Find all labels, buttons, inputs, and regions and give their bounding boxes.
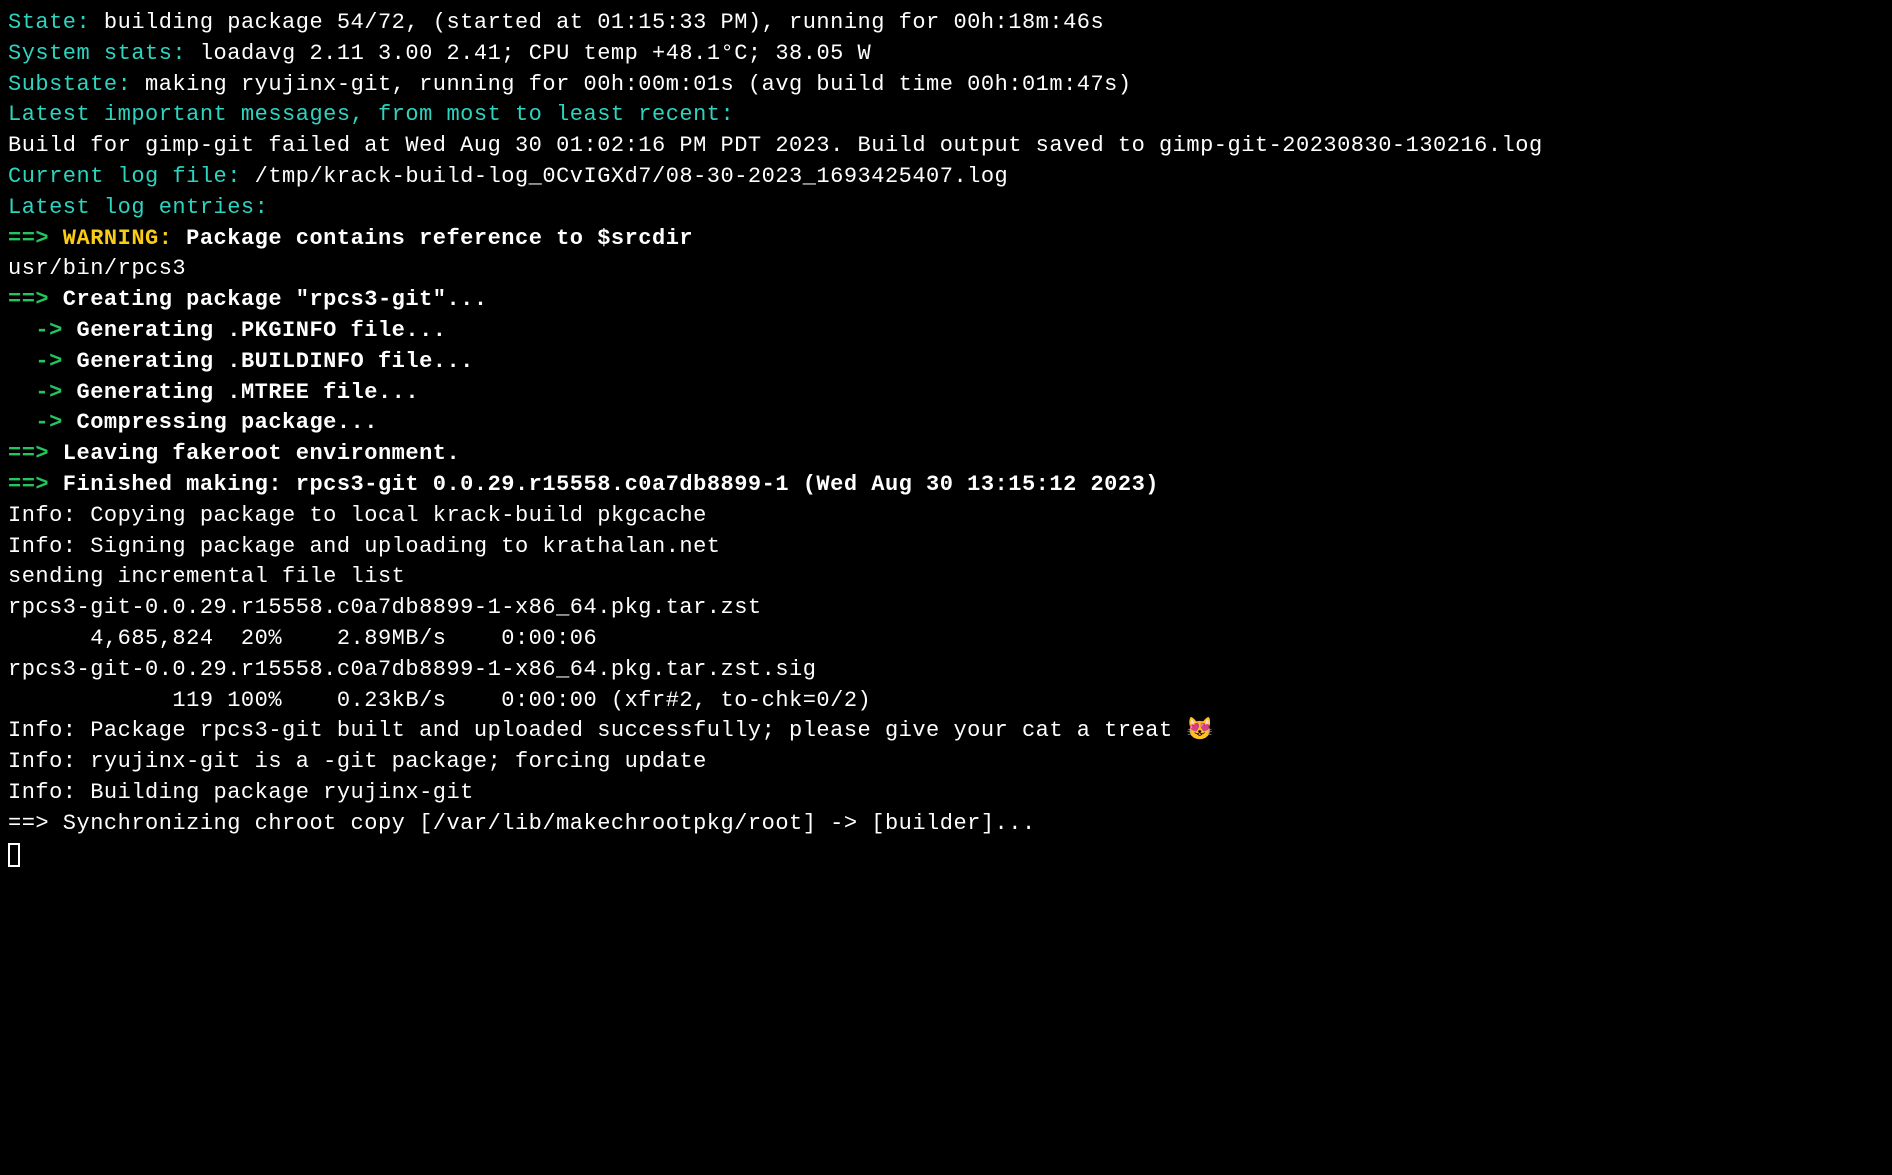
terminal-line: Build for gimp-git failed at Wed Aug 30 … xyxy=(8,131,1884,162)
terminal-cursor xyxy=(8,843,20,867)
terminal-text: State: xyxy=(8,10,90,35)
terminal-line: sending incremental file list xyxy=(8,562,1884,593)
terminal-text: Compressing package... xyxy=(63,410,378,435)
terminal-text: -> xyxy=(8,410,63,435)
terminal-line: ==> Finished making: rpcs3-git 0.0.29.r1… xyxy=(8,470,1884,501)
terminal-line: Info: ryujinx-git is a -git package; for… xyxy=(8,747,1884,778)
terminal-line: ==> WARNING: Package contains reference … xyxy=(8,224,1884,255)
terminal-output: State: building package 54/72, (started … xyxy=(8,8,1884,840)
terminal-text: -> xyxy=(8,380,63,405)
terminal-line: Substate: making ryujinx-git, running fo… xyxy=(8,70,1884,101)
terminal-line: Latest log entries: xyxy=(8,193,1884,224)
terminal-text: rpcs3-git-0.0.29.r15558.c0a7db8899-1-x86… xyxy=(8,657,816,682)
terminal-text: Build for gimp-git failed at Wed Aug 30 … xyxy=(8,133,1543,158)
terminal-line: Info: Signing package and uploading to k… xyxy=(8,532,1884,563)
terminal-line: Current log file: /tmp/krack-build-log_0… xyxy=(8,162,1884,193)
terminal-line: 4,685,824 20% 2.89MB/s 0:00:06 xyxy=(8,624,1884,655)
terminal-text: Latest log entries: xyxy=(8,195,268,220)
terminal-text: System stats: xyxy=(8,41,186,66)
terminal-line: 119 100% 0.23kB/s 0:00:00 (xfr#2, to-chk… xyxy=(8,686,1884,717)
terminal-line: rpcs3-git-0.0.29.r15558.c0a7db8899-1-x86… xyxy=(8,655,1884,686)
terminal-text: Package contains reference to $srcdir xyxy=(172,226,693,251)
terminal-text: /tmp/krack-build-log_0CvIGXd7/08-30-2023… xyxy=(241,164,1008,189)
terminal-text: ==> xyxy=(8,472,49,497)
terminal-text: -> xyxy=(8,318,63,343)
terminal-text: ==> Synchronizing chroot copy [/var/lib/… xyxy=(8,811,1036,836)
terminal-text: Finished making: rpcs3-git 0.0.29.r15558… xyxy=(49,472,1159,497)
terminal-text: Current log file: xyxy=(8,164,241,189)
terminal-line: Info: Package rpcs3-git built and upload… xyxy=(8,716,1884,747)
terminal-line: -> Generating .MTREE file... xyxy=(8,378,1884,409)
terminal-text: ==> xyxy=(8,287,49,312)
terminal-text: Info: Package rpcs3-git built and upload… xyxy=(8,718,1214,743)
terminal-line: ==> Creating package "rpcs3-git"... xyxy=(8,285,1884,316)
terminal-text: Generating .MTREE file... xyxy=(63,380,419,405)
terminal-text: Latest important messages, from most to … xyxy=(8,102,734,127)
terminal-text: rpcs3-git-0.0.29.r15558.c0a7db8899-1-x86… xyxy=(8,595,762,620)
terminal-line: -> Generating .BUILDINFO file... xyxy=(8,347,1884,378)
terminal-text: 119 100% 0.23kB/s 0:00:00 (xfr#2, to-chk… xyxy=(8,688,871,713)
terminal-line: Latest important messages, from most to … xyxy=(8,100,1884,131)
terminal-text: Info: Building package ryujinx-git xyxy=(8,780,474,805)
terminal-text: Info: ryujinx-git is a -git package; for… xyxy=(8,749,707,774)
terminal-line: usr/bin/rpcs3 xyxy=(8,254,1884,285)
terminal-text: Info: Signing package and uploading to k… xyxy=(8,534,721,559)
terminal-text: Leaving fakeroot environment. xyxy=(49,441,460,466)
terminal-text: -> xyxy=(8,349,63,374)
terminal-line: -> Compressing package... xyxy=(8,408,1884,439)
terminal-text: loadavg 2.11 3.00 2.41; CPU temp +48.1°C… xyxy=(186,41,871,66)
terminal-text: ==> xyxy=(8,226,49,251)
terminal-line: -> Generating .PKGINFO file... xyxy=(8,316,1884,347)
terminal-text: usr/bin/rpcs3 xyxy=(8,256,186,281)
terminal-line: rpcs3-git-0.0.29.r15558.c0a7db8899-1-x86… xyxy=(8,593,1884,624)
terminal-text: ==> xyxy=(8,441,49,466)
terminal-line: ==> Synchronizing chroot copy [/var/lib/… xyxy=(8,809,1884,840)
terminal-text: Info: Copying package to local krack-bui… xyxy=(8,503,707,528)
terminal-text: making ryujinx-git, running for 00h:00m:… xyxy=(131,72,1131,97)
terminal-text: Generating .PKGINFO file... xyxy=(63,318,447,343)
terminal-line: State: building package 54/72, (started … xyxy=(8,8,1884,39)
terminal-text: building package 54/72, (started at 01:1… xyxy=(90,10,1104,35)
terminal-text: Generating .BUILDINFO file... xyxy=(63,349,474,374)
terminal-text: Creating package "rpcs3-git"... xyxy=(49,287,487,312)
terminal-text: sending incremental file list xyxy=(8,564,405,589)
terminal-text: 4,685,824 20% 2.89MB/s 0:00:06 xyxy=(8,626,597,651)
terminal-line: Info: Copying package to local krack-bui… xyxy=(8,501,1884,532)
terminal-line: ==> Leaving fakeroot environment. xyxy=(8,439,1884,470)
terminal-line: System stats: loadavg 2.11 3.00 2.41; CP… xyxy=(8,39,1884,70)
terminal-line: Info: Building package ryujinx-git xyxy=(8,778,1884,809)
terminal-text: Substate: xyxy=(8,72,131,97)
terminal-text: WARNING: xyxy=(49,226,172,251)
